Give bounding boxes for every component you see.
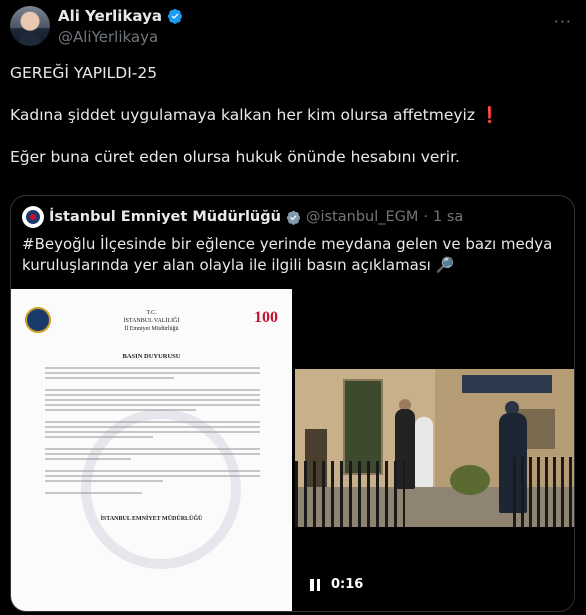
exclamation-icon: ❗ <box>479 106 500 124</box>
document-header: T.C. İSTANBUL VALİLİĞİ İl Emniyet Müdürl… <box>11 309 292 333</box>
video-frame <box>295 369 574 527</box>
quoted-display-name[interactable]: İstanbul Emniyet Müdürlüğü <box>49 209 281 225</box>
avatar[interactable] <box>10 6 50 46</box>
tweet-line-2: Kadına şiddet uygulamaya kalkan her kim … <box>10 105 570 126</box>
quoted-timestamp[interactable]: 1 sa <box>433 209 463 225</box>
media-grid: 100 T.C. İSTANBUL VALİLİĞİ İl Emniyet Mü… <box>11 289 574 611</box>
document-body-lines <box>45 367 260 497</box>
pause-icon[interactable] <box>310 578 321 591</box>
document-header-line-2: İSTANBUL VALİLİĞİ <box>123 318 180 324</box>
author-name-row: Ali Yerlikaya <box>58 7 183 25</box>
tweet-line-3: Eğer buna cüret eden olursa hukuk önünde… <box>10 148 460 166</box>
tweet-header: Ali Yerlikaya @AliYerlikaya ··· <box>0 0 586 60</box>
author-handle[interactable]: @AliYerlikaya <box>58 28 158 46</box>
press-release-image[interactable]: 100 T.C. İSTANBUL VALİLİĞİ İl Emniyet Mü… <box>11 289 292 611</box>
video-controls: 0:16 <box>310 577 363 592</box>
quoted-handle[interactable]: @istanbul_EGM <box>306 209 418 225</box>
video-time: 0:16 <box>331 577 364 592</box>
quoted-tweet-header: İstanbul Emniyet Müdürlüğü @istanbul_EGM… <box>22 206 463 228</box>
quoted-verified-badge-icon <box>286 210 301 225</box>
quoted-tweet[interactable]: İstanbul Emniyet Müdürlüğü @istanbul_EGM… <box>10 195 575 612</box>
tweet-body: GEREĞİ YAPILDI-25 Kadına şiddet uygulama… <box>10 63 570 189</box>
document-signature: İSTANBUL EMNİYET MÜDÜRLÜĞÜ <box>100 516 203 522</box>
quoted-text: #Beyoğlu İlçesinde bir eğlence yerinde m… <box>22 234 562 276</box>
document-header-line-1: T.C. <box>146 310 157 316</box>
quoted-text-body: #Beyoğlu İlçesinde bir eğlence yerinde m… <box>22 235 553 274</box>
tweet-line-2-text: Kadına şiddet uygulamaya kalkan her kim … <box>10 106 475 124</box>
document-title: BASIN DUYURUSU <box>122 353 181 360</box>
quoted-separator: · <box>423 209 429 225</box>
document-header-line-3: İl Emniyet Müdürlüğü <box>124 326 179 332</box>
author-display-name[interactable]: Ali Yerlikaya <box>58 7 162 25</box>
tweet-line-1: GEREĞİ YAPILDI-25 <box>10 64 158 82</box>
more-options-icon[interactable]: ··· <box>554 12 572 31</box>
magnifier-icon: 🔎 <box>435 256 455 274</box>
quoted-avatar[interactable] <box>22 206 44 228</box>
verified-badge-icon <box>168 8 182 24</box>
video-player[interactable]: 0:16 <box>292 289 574 611</box>
